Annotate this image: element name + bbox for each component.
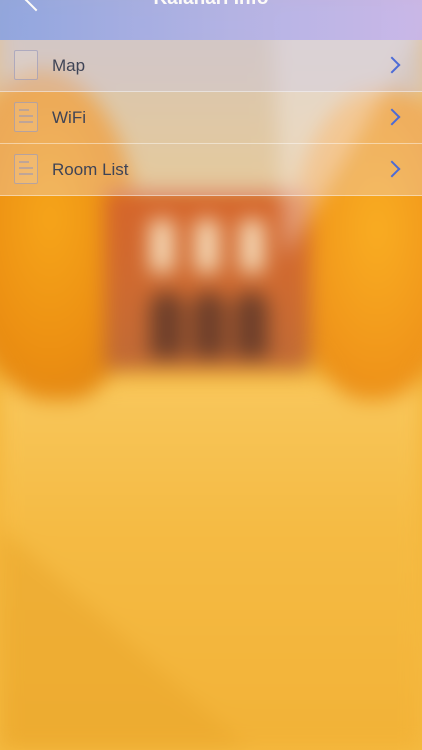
chevron-right-icon	[383, 160, 401, 178]
screen: Kalahari Info Map WiFi Room List	[0, 0, 422, 750]
info-menu: Map WiFi Room List	[0, 40, 422, 196]
document-icon	[14, 154, 38, 184]
menu-item-wifi[interactable]: WiFi	[0, 92, 422, 144]
nav-bar: Kalahari Info	[0, 0, 422, 40]
menu-item-label: WiFi	[52, 108, 86, 127]
menu-item-room-list[interactable]: Room List	[0, 144, 422, 196]
page-title: Kalahari Info	[0, 0, 422, 10]
menu-item-label: Room List	[52, 160, 129, 179]
chevron-right-icon	[383, 56, 401, 74]
chevron-right-icon	[383, 108, 401, 126]
map-icon	[14, 50, 38, 80]
menu-item-map[interactable]: Map	[0, 40, 422, 92]
menu-item-label: Map	[52, 56, 86, 75]
document-icon	[14, 102, 38, 132]
